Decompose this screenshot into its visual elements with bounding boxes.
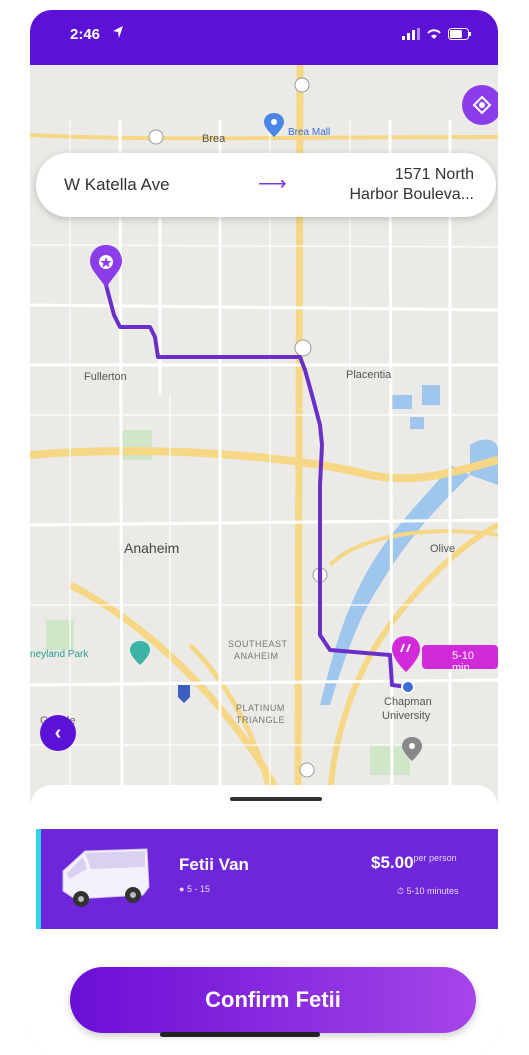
route-origin: W Katella Ave bbox=[64, 175, 170, 194]
map-label-fullerton: Fullerton bbox=[84, 371, 127, 383]
map-label-anaheim-district: ANAHEIM bbox=[234, 651, 279, 661]
vehicle-price-unit: per person bbox=[413, 853, 457, 863]
sheet-drag-handle[interactable] bbox=[230, 797, 322, 801]
start-pin-icon bbox=[90, 245, 122, 289]
bottom-sheet: Fetii Van ● 5 - 15 $5.00per person ⏱ 5-1… bbox=[30, 785, 498, 1050]
home-indicator bbox=[160, 1032, 320, 1037]
map-label-anaheim: Anaheim bbox=[124, 540, 180, 556]
vehicle-capacity: ● 5 - 15 bbox=[179, 884, 210, 894]
location-arrow-icon bbox=[112, 25, 124, 44]
vehicle-eta-value: 5-10 minutes bbox=[406, 886, 459, 896]
vehicle-name: Fetii Van bbox=[179, 855, 249, 874]
back-button[interactable]: ‹ bbox=[40, 715, 76, 751]
wifi-icon bbox=[427, 29, 441, 39]
vehicle-eta: ⏱ 5-10 minutes bbox=[397, 886, 459, 897]
map-label-brea: Brea bbox=[202, 133, 226, 145]
status-icons bbox=[402, 28, 472, 40]
group-icon: ● bbox=[179, 884, 187, 894]
map-label-university: University bbox=[382, 710, 431, 722]
map-label-southeast: SOUTHEAST bbox=[228, 639, 288, 649]
route-destination-line1: 1571 North bbox=[394, 166, 474, 183]
route-summary-card[interactable]: W Katella Ave ⟶ 1571 North Harbor Boulev… bbox=[36, 153, 496, 217]
status-time: 2:46 bbox=[70, 26, 101, 43]
signal-icon bbox=[402, 28, 420, 40]
map-label-olive: Olive bbox=[430, 543, 456, 555]
map-label-placentia: Placentia bbox=[346, 369, 392, 381]
map-label-triangle: TRIANGLE bbox=[236, 715, 286, 725]
location-target-icon bbox=[472, 95, 492, 115]
chevron-left-icon: ‹ bbox=[54, 721, 62, 744]
status-bar: 2:46 bbox=[30, 10, 498, 65]
route-destination: 1571 North Harbor Bouleva... bbox=[294, 165, 474, 205]
vehicle-option-card[interactable]: Fetii Van ● 5 - 15 $5.00per person ⏱ 5-1… bbox=[36, 829, 498, 929]
vehicle-price-value: $5.00 bbox=[371, 853, 414, 872]
eta-badge: 5-10 min bbox=[422, 645, 498, 674]
map-label-brea-mall: Brea Mall bbox=[288, 127, 331, 138]
van-icon bbox=[62, 848, 150, 907]
destination-pin-icon bbox=[390, 634, 422, 674]
map-label-chapman: Chapman bbox=[384, 696, 432, 708]
vehicle-price: $5.00per person bbox=[371, 853, 457, 873]
battery-icon bbox=[448, 28, 471, 40]
phone-screen: 2:46 Brea Mall Brea Fullerton Placentia … bbox=[30, 10, 498, 1050]
clock-icon: ⏱ bbox=[397, 886, 407, 896]
map-label-platinum: PLATINUM bbox=[236, 703, 285, 713]
map-label-disneyland: neyland Park bbox=[30, 649, 89, 660]
vehicle-capacity-value: 5 - 15 bbox=[186, 884, 210, 894]
route-destination-line2: Harbor Bouleva... bbox=[349, 186, 474, 203]
arrow-right-icon: ⟶ bbox=[258, 173, 287, 195]
confirm-button[interactable]: Confirm Fetii bbox=[70, 967, 476, 1033]
locate-button[interactable] bbox=[462, 85, 498, 125]
